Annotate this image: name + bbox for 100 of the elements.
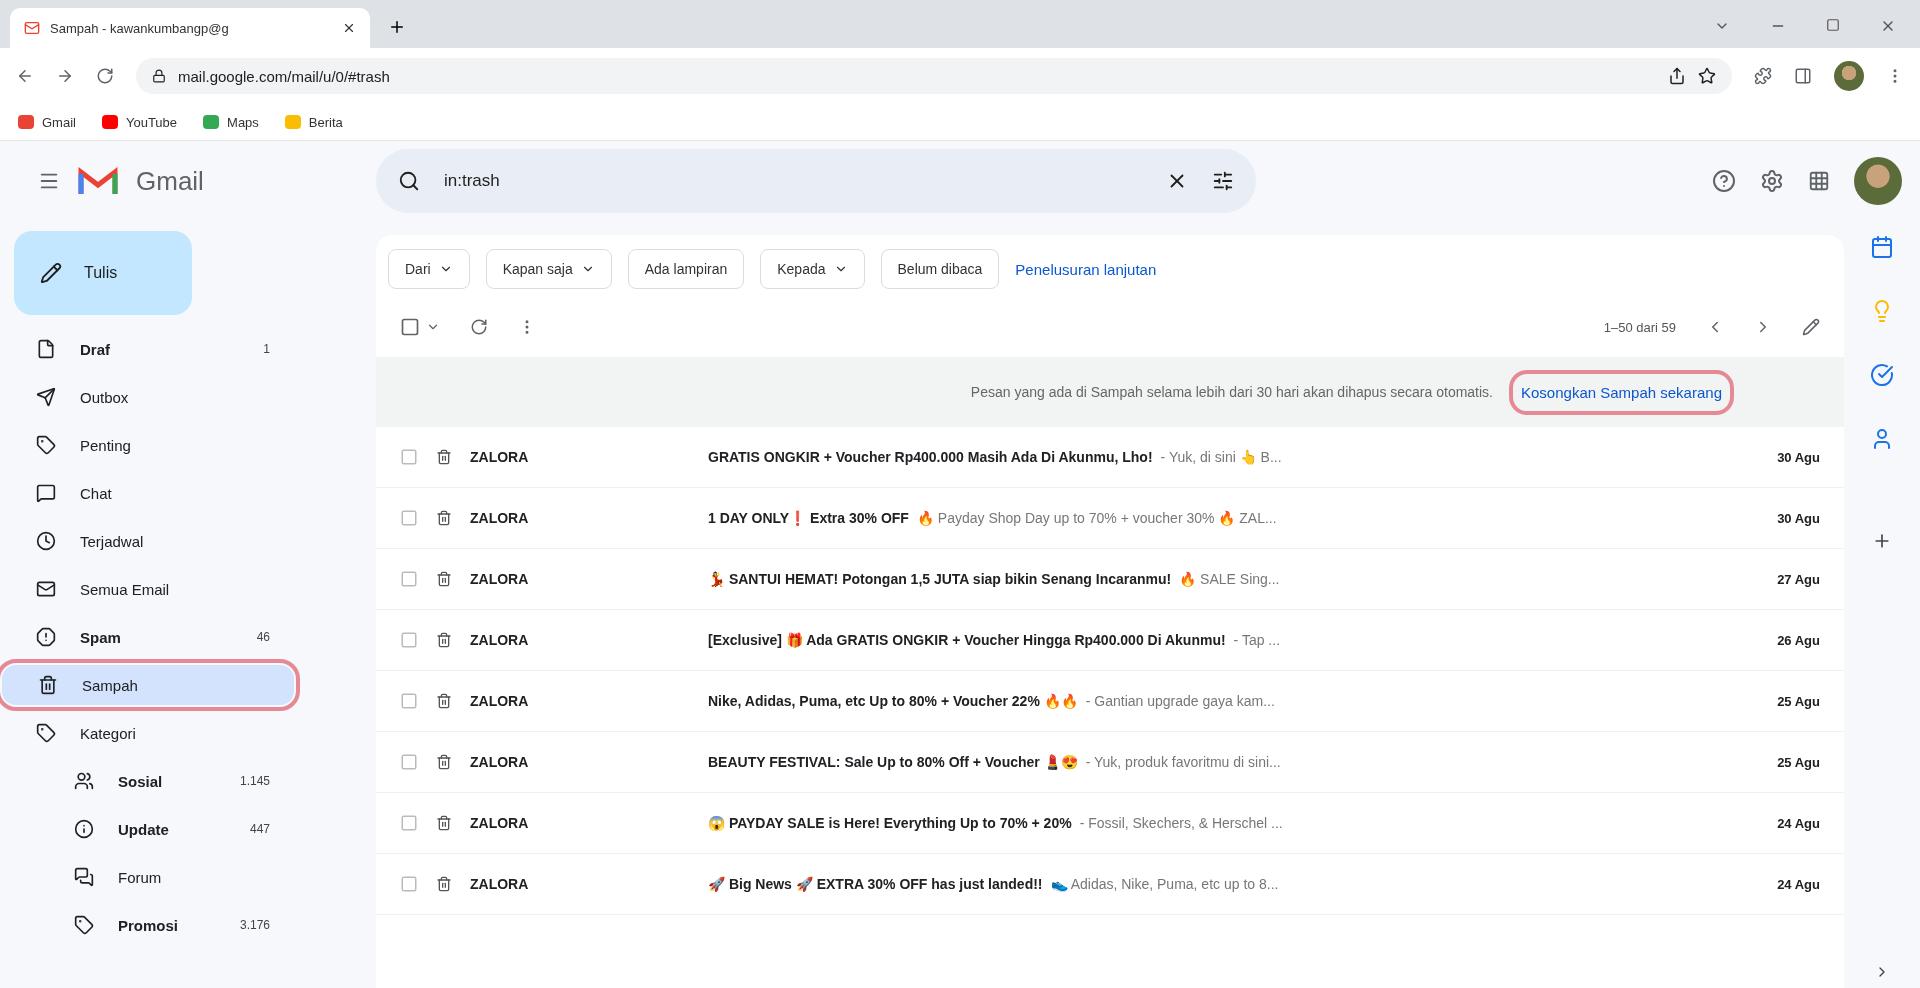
row-checkbox[interactable] [400,448,418,466]
row-checkbox[interactable] [400,692,418,710]
nav-item[interactable]: Promosi 3.176 [14,905,290,945]
email-row[interactable]: ZALORA 1 DAY ONLY❗ Extra 30% OFF 🔥 Payday Shop Day up to 70% + voucher 30% 🔥 ZAL... 30 Agu [376,488,1844,549]
nav-item[interactable]: Draf 1 [0,329,290,369]
item-count: 3.176 [239,918,270,932]
share-icon[interactable] [1668,67,1686,85]
nav-item[interactable]: Kategori [0,713,290,753]
pencil-icon [40,262,62,284]
apps-icon[interactable] [1808,170,1830,192]
star-icon[interactable] [1698,67,1716,85]
filter-chip[interactable]: Kepada [760,249,865,289]
nav-item[interactable]: Update 447 [14,809,290,849]
bookmark[interactable]: Berita [284,114,343,130]
filter-chip[interactable]: Dari [388,249,470,289]
nav-icon [74,915,94,935]
email-subject: [Exclusive] 🎁 Ada GRATIS ONGKIR + Voucher Hingga Rp400.000 Di Akunmu! [708,632,1226,648]
nav-icon [36,579,56,599]
email-date: 25 Agu [1776,693,1820,709]
side-panel-icon[interactable] [1794,67,1812,85]
nav-item[interactable]: Forum [14,857,290,897]
filter-chip[interactable]: Belum dibaca [880,249,1000,289]
nav-item[interactable]: Semua Email [0,569,290,609]
filter-chip[interactable]: Ada lampiran [627,249,745,289]
extensions-icon[interactable] [1754,67,1772,85]
reload-icon[interactable] [96,67,114,85]
help-icon[interactable] [1712,169,1736,193]
nav-item[interactable]: Sosial 1.145 [14,761,290,801]
nav-icon [74,819,94,839]
nav-icon [36,483,56,503]
advanced-search-link[interactable]: Penelusuran lanjutan [1015,260,1157,278]
email-row[interactable]: ZALORA Nike, Adidas, Puma, etc Up to 80% + Voucher 22% 🔥🔥 - Gantian upgrade gaya kam... 25 Agu [376,671,1844,732]
email-row[interactable]: ZALORA GRATIS ONGKIR + Voucher Rp400.000 Masih Ada Di Akunmu, Lho! - Yuk, di sini 👆 B... 30 Agu [376,427,1844,488]
nav-item[interactable]: Spam 46 [0,617,290,657]
trash-icon [436,449,452,465]
pencil-icon[interactable] [1802,318,1820,336]
browser-tab[interactable]: Sampah - kawankumbangp@g [10,8,370,48]
maximize-icon[interactable] [1826,18,1840,32]
nav-icon [36,339,56,359]
calendar-icon[interactable] [1870,235,1894,259]
email-subject: 😱 PAYDAY SALE is Here! Everything Up to 70% + 20% [708,815,1072,831]
row-checkbox[interactable] [400,631,418,649]
bookmark[interactable]: YouTube [101,114,178,130]
lock-icon [152,69,166,83]
new-tab-icon[interactable] [388,18,406,36]
email-snippet: 👟 Adidas, Nike, Puma, etc up to 8... [1050,876,1279,892]
filter-chip[interactable]: Kapan saja [485,249,612,289]
nav-item[interactable]: Terjadwal [0,521,290,561]
sender-name: ZALORA [470,449,530,465]
email-snippet: - Tap ... [1233,632,1281,648]
email-date: 26 Agu [1776,632,1820,648]
item-count: 1.145 [239,774,270,788]
email-row[interactable]: ZALORA 😱 PAYDAY SALE is Here! Everything Up to 70% + 20% - Fossil, Skechers, & Herschel ... 24 Agu [376,793,1844,854]
sender-name: ZALORA [470,754,530,770]
nav-item[interactable]: Outbox [0,377,290,417]
sender-name: ZALORA [470,632,530,648]
trash-icon [436,754,452,770]
check-icon[interactable] [1870,363,1894,387]
nav-item[interactable]: Sampah [2,665,294,705]
account-avatar[interactable] [1854,157,1902,205]
select-checkbox[interactable] [400,317,420,337]
profile-avatar[interactable] [1834,61,1864,91]
empty-trash-link[interactable]: Kosongkan Sampah sekarang [1521,383,1722,401]
sender-name: ZALORA [470,815,530,831]
nav-icon [36,531,56,551]
row-checkbox[interactable] [400,753,418,771]
trash-icon [436,571,452,587]
email-snippet: - Yuk, produk favoritmu di sini... [1085,754,1281,770]
email-snippet: 🔥 Payday Shop Day up to 70% + voucher 30% 🔥 ZAL... [916,510,1277,526]
email-row[interactable]: ZALORA BEAUTY FESTIVAL: Sale Up to 80% Off + Voucher 💄😍 - Yuk, produk favoritmu di sini... 25 Agu [376,732,1844,793]
refresh-icon[interactable] [470,318,488,336]
row-checkbox[interactable] [400,814,418,832]
email-row[interactable]: ZALORA 💃 SANTUI HEMAT! Potongan 1,5 JUTA siap bikin Senang Incaranmu! 🔥 SALE Sing... 27 Agu [376,549,1844,610]
settings-icon[interactable] [1760,169,1784,193]
row-checkbox[interactable] [400,509,418,527]
bookmark[interactable]: Gmail [18,114,76,130]
forward-icon[interactable] [56,67,74,85]
email-date: 30 Agu [1776,510,1820,526]
filter-options-icon[interactable] [1212,170,1234,192]
pagination-text: 1–50 dari 59 [1603,319,1676,335]
email-subject: 🚀 Big News 🚀 EXTRA 30% OFF has just landed!! [708,876,1043,892]
row-checkbox[interactable] [400,570,418,588]
email-row[interactable]: ZALORA 🚀 Big News 🚀 EXTRA 30% OFF has just landed!! 👟 Adidas, Nike, Puma, etc up to 8... 24 Agu [376,854,1844,915]
compose-button[interactable]: Tulis [14,231,192,315]
trash-icon [436,815,452,831]
bookmark[interactable]: Maps [203,114,259,130]
sender-name: ZALORA [470,876,530,892]
close-icon[interactable] [342,21,356,35]
row-checkbox[interactable] [400,875,418,893]
search-field[interactable]: in:trash [376,149,1256,213]
email-row[interactable]: ZALORA [Exclusive] 🎁 Ada GRATIS ONGKIR + Voucher Hingga Rp400.000 Di Akunmu! - Tap ... 26 Agu [376,610,1844,671]
trash-icon [436,632,452,648]
sender-name: ZALORA [470,693,530,709]
trash-icon [436,510,452,526]
back-icon[interactable] [16,67,34,85]
nav-icon [38,675,58,695]
nav-item[interactable]: Chat [0,473,290,513]
nav-icon [74,867,94,887]
address-bar[interactable]: mail.google.com/mail/u/0/#trash [136,58,1732,94]
nav-item[interactable]: Penting [0,425,290,465]
